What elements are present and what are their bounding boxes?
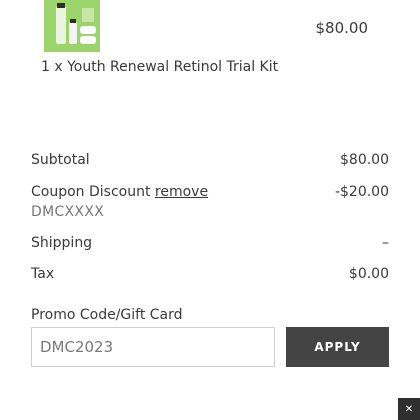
retinol-kit-image xyxy=(44,0,100,52)
tax-label: Tax xyxy=(31,266,55,282)
coupon-discount-label: Coupon Discount xyxy=(31,184,151,200)
item-title: 1 x Youth Renewal Retinol Trial Kit xyxy=(41,59,279,75)
promo-code-label: Promo Code/Gift Card xyxy=(31,307,183,323)
coupon-remove-link[interactable]: remove xyxy=(155,184,208,200)
applied-coupon-code: DMCXXXX xyxy=(31,204,105,220)
subtotal-label: Subtotal xyxy=(31,152,90,168)
shipping-value: – xyxy=(382,235,389,251)
tax-value: $0.00 xyxy=(348,266,389,282)
corner-tab-icon: ✕ xyxy=(404,403,414,415)
promo-code-input[interactable] xyxy=(31,327,275,367)
apply-button[interactable]: APPLY xyxy=(286,327,389,367)
coupon-discount-value: -$20.00 xyxy=(334,184,389,200)
product-thumbnail[interactable] xyxy=(44,0,100,52)
corner-widget-tab[interactable]: ✕ xyxy=(398,398,420,420)
item-price: $80.00 xyxy=(315,19,369,37)
subtotal-value: $80.00 xyxy=(340,152,389,168)
coupon-discount-row: Coupon Discount remove xyxy=(31,184,208,200)
shipping-label: Shipping xyxy=(31,235,93,251)
